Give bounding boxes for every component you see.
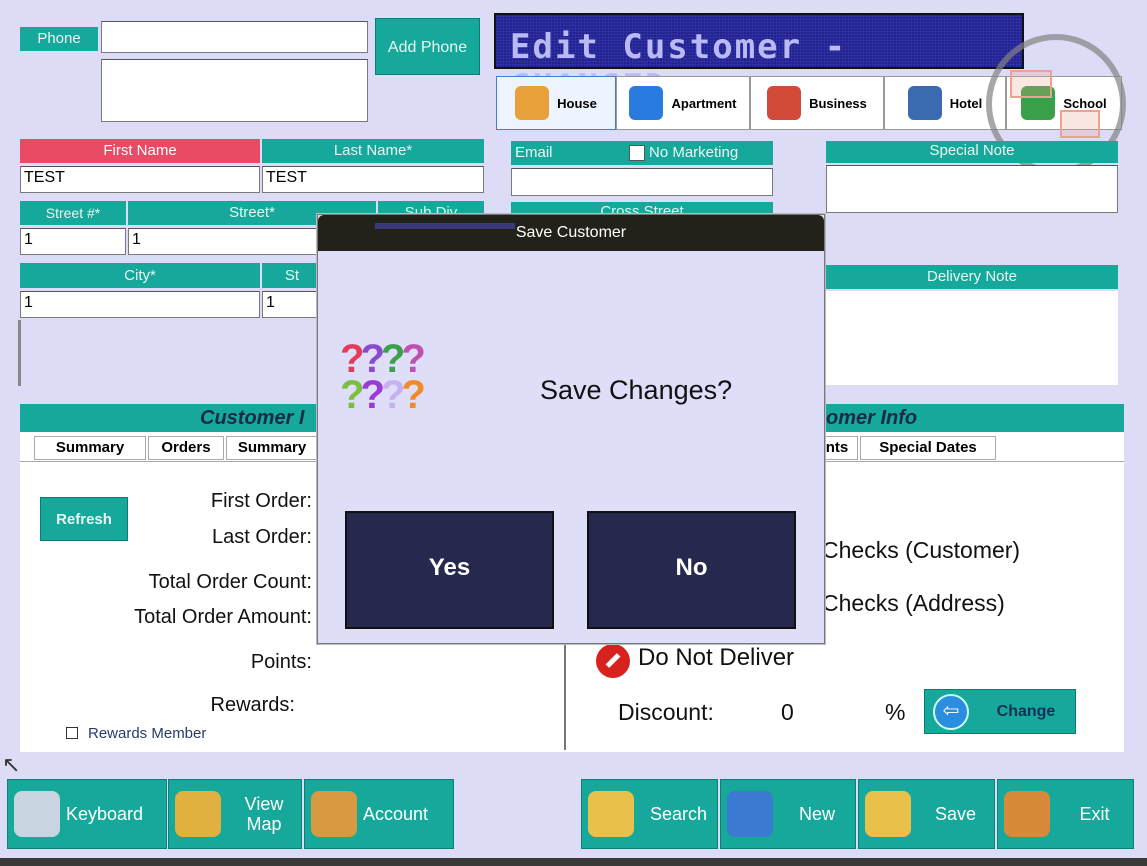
change-discount-button[interactable]: ⇦ Change [924, 689, 1076, 734]
special-note-input[interactable] [826, 165, 1118, 213]
no-marketing-checkbox[interactable] [629, 145, 645, 161]
back-arrow-icon: ⇦ [933, 693, 969, 730]
email-label: Email [515, 144, 553, 161]
save-customer-dialog: Save Customer ???? ???? Save Changes? Ye… [317, 214, 825, 644]
dialog-title-accent [375, 223, 515, 229]
form-divider [18, 320, 21, 386]
rewards-label: Rewards: [210, 694, 295, 716]
drag-indicator-box-2 [1060, 110, 1100, 138]
no-entry-icon [596, 644, 630, 678]
view-map-label: View Map [244, 794, 284, 834]
save-label: Save [934, 803, 977, 824]
phone-list[interactable] [101, 59, 368, 122]
refresh-button[interactable]: Refresh [40, 497, 128, 541]
mouse-cursor-icon: ↖ [2, 752, 21, 777]
last-name-input[interactable]: TEST [262, 166, 484, 193]
points-label: Points: [250, 651, 312, 673]
no-button[interactable]: No [587, 511, 796, 629]
first-name-label: First Name [20, 139, 260, 163]
total-order-amount-label: Total Order Amount: [134, 606, 312, 628]
dialog-title: Save Customer [515, 224, 627, 241]
checks-address-label: Checks (Address) [822, 590, 1005, 616]
email-input[interactable] [511, 168, 773, 196]
discount-label: Discount: [618, 699, 714, 725]
phone-input[interactable] [101, 21, 368, 53]
dialog-title-bar[interactable]: Save Customer [318, 215, 824, 251]
search-button[interactable]: Search [581, 779, 718, 849]
address-type-label: House [557, 95, 597, 111]
exit-label: Exit [1079, 803, 1110, 824]
dialog-message: Save Changes? [540, 375, 733, 405]
house-icon [515, 86, 550, 120]
discount-value: 0 [781, 699, 794, 725]
account-label: Account [363, 803, 429, 824]
keyboard-button[interactable]: Keyboard [7, 779, 167, 849]
yes-button[interactable]: Yes [345, 511, 554, 629]
new-label: New [798, 803, 835, 824]
street-number-input[interactable]: 1 [20, 228, 126, 255]
question-marks-icon: ???? ???? [340, 337, 426, 417]
rewards-member-label: Rewards Member [88, 725, 207, 742]
state-label: St [262, 263, 322, 288]
account-button[interactable]: Account [304, 779, 454, 849]
address-type-house[interactable]: House [496, 76, 616, 130]
add-phone-button[interactable]: Add Phone [375, 18, 480, 75]
special-note-label: Special Note [826, 141, 1118, 163]
city-input[interactable]: 1 [20, 291, 260, 318]
panel-divider [564, 626, 566, 750]
search-icon [588, 791, 634, 837]
last-name-label: Last Name* [262, 139, 484, 163]
tab-summary[interactable]: Summary [34, 436, 146, 460]
tab-summary-2[interactable]: Summary [226, 436, 318, 460]
business-icon [767, 86, 802, 120]
delivery-note-label: Delivery Note [826, 265, 1118, 289]
first-order-label: First Order: [210, 490, 312, 512]
customer-info-title-left: Customer I [200, 407, 305, 429]
view-map-button[interactable]: View Map [168, 779, 302, 849]
address-type-apartment[interactable]: Apartment [616, 76, 750, 130]
delivery-note-input[interactable] [826, 291, 1118, 385]
keyboard-icon [14, 791, 60, 837]
street-number-label: Street #* [20, 201, 126, 225]
tab-orders[interactable]: Orders [148, 436, 224, 460]
address-type-label: Hotel [949, 95, 983, 111]
globe-icon [175, 791, 221, 837]
discount-unit: % [885, 699, 906, 725]
address-type-label: Business [809, 95, 867, 111]
checks-customer-label: Checks (Customer) [822, 537, 1021, 563]
email-header: Email No Marketing [511, 141, 773, 165]
add-user-icon [727, 791, 773, 837]
apartment-icon [629, 86, 664, 120]
city-label: City* [20, 263, 260, 288]
search-label: Search [649, 803, 708, 824]
rewards-member-checkbox[interactable] [66, 727, 78, 739]
customer-info-title-right: omer Info [826, 407, 918, 429]
last-order-label: Last Order: [211, 526, 312, 548]
total-order-count-label: Total Order Count: [148, 571, 312, 593]
save-icon [865, 791, 911, 837]
address-type-label: Apartment [671, 95, 737, 111]
money-bag-icon [311, 791, 357, 837]
save-button[interactable]: Save [858, 779, 995, 849]
taskbar-strip [0, 858, 1147, 866]
phone-label: Phone [20, 27, 98, 51]
hotel-icon [907, 86, 942, 120]
do-not-deliver-label: Do Not Deliver [638, 644, 795, 671]
drag-indicator-box [1010, 70, 1052, 98]
exit-button[interactable]: Exit [997, 779, 1134, 849]
no-marketing-label: No Marketing [649, 144, 739, 161]
tab-special-dates[interactable]: Special Dates [860, 436, 996, 460]
address-type-business[interactable]: Business [750, 76, 884, 130]
state-input[interactable]: 1 [262, 291, 322, 318]
exit-door-icon [1004, 791, 1050, 837]
title-banner: Edit Customer - CHANGED [494, 13, 1024, 107]
change-label: Change [996, 702, 1056, 720]
first-name-input[interactable]: TEST [20, 166, 260, 193]
new-button[interactable]: New [720, 779, 856, 849]
street-input[interactable]: 1 [128, 228, 328, 255]
keyboard-label: Keyboard [66, 803, 144, 824]
